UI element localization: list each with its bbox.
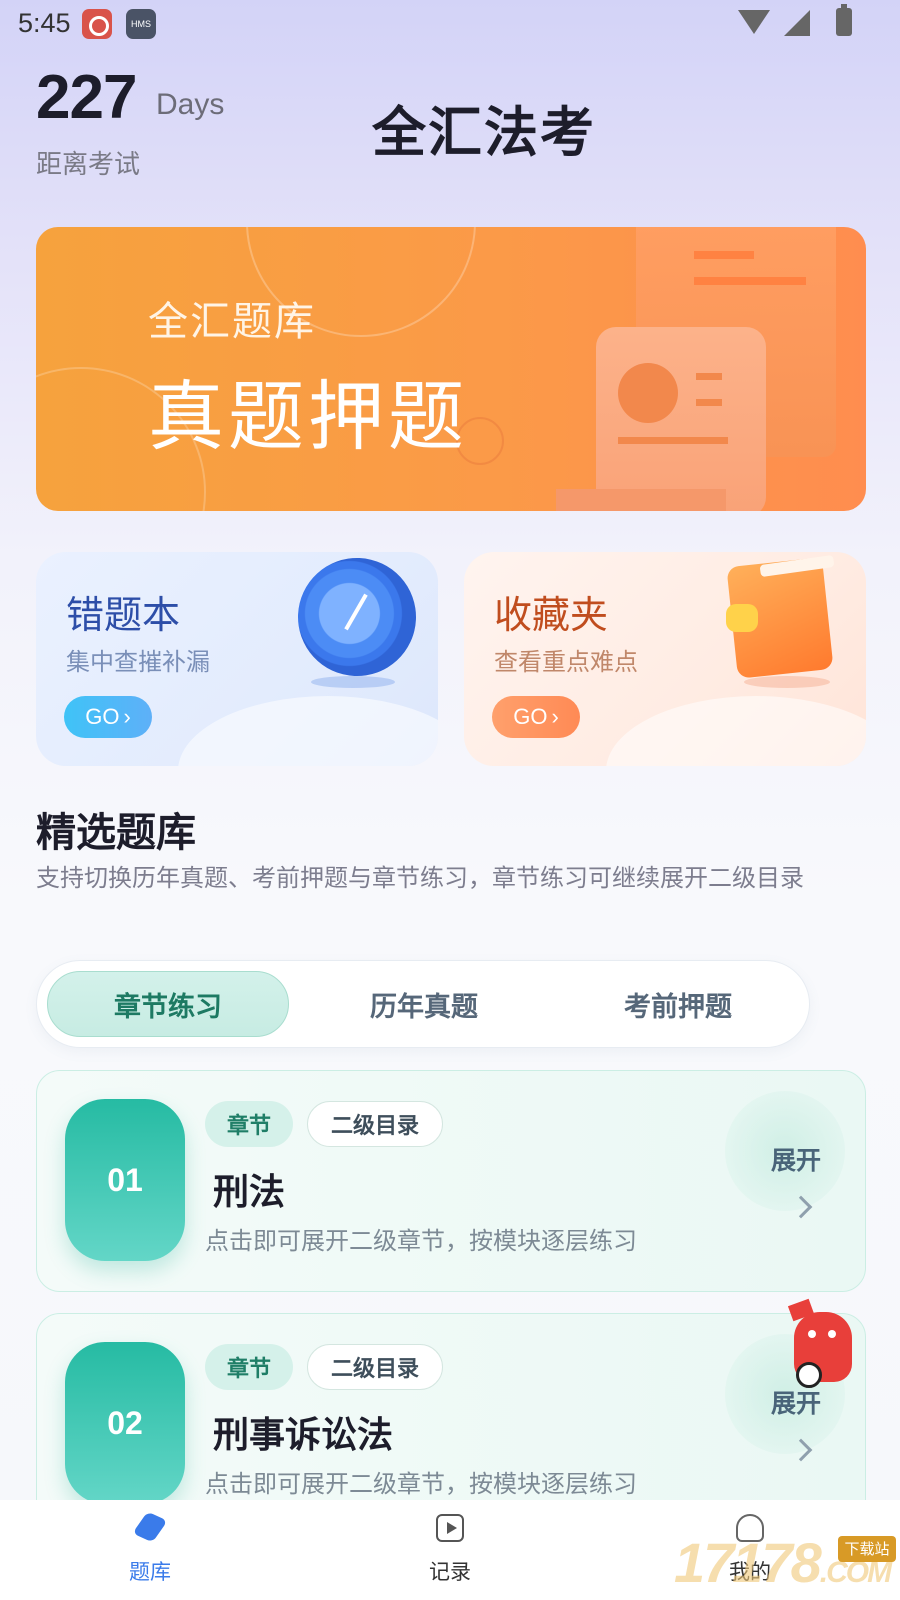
- play-icon: [436, 1514, 464, 1542]
- nav-label: 记录: [429, 1560, 471, 1584]
- banner-card-line: [696, 373, 722, 380]
- watermark-badge: 下载站: [838, 1536, 896, 1562]
- banner-document-line: [694, 277, 806, 285]
- card-decoration: [606, 696, 866, 766]
- tab-chapter-practice[interactable]: 章节练习: [47, 971, 289, 1037]
- app-title: 全汇法考: [372, 101, 596, 164]
- wrong-questions-card[interactable]: 错题本 集中查摧补漏 GO ›: [36, 552, 438, 766]
- tab-past-exams[interactable]: 历年真题: [303, 971, 545, 1037]
- nav-label: 题库: [129, 1560, 171, 1584]
- tab-pre-exam-predictions[interactable]: 考前押题: [557, 971, 799, 1037]
- mascot-eye: [828, 1330, 836, 1338]
- chapter-description: 点击即可展开二级章节，按模块逐层练习: [205, 1470, 637, 1498]
- nav-item-question-bank[interactable]: 题库: [0, 1500, 300, 1600]
- expand-button[interactable]: 展开: [771, 1384, 821, 1420]
- banner-card-dot: [618, 363, 678, 423]
- chapter-name: 刑法: [213, 1172, 286, 1213]
- icon-shadow: [311, 676, 395, 688]
- section-title: 精选题库: [36, 810, 196, 856]
- go-button-label: GO: [513, 704, 548, 729]
- subdirectory-chip: 二级目录: [307, 1101, 443, 1147]
- chevron-right-icon: ›: [551, 704, 559, 729]
- pencil-icon: [132, 1511, 168, 1543]
- book-clasp: [726, 604, 758, 632]
- banner-subtitle: 全汇题库: [148, 299, 316, 345]
- go-button[interactable]: GO ›: [64, 696, 152, 738]
- chapter-item[interactable]: 01 章节 二级目录 刑法 点击即可展开二级章节，按模块逐层练习 展开: [36, 1070, 866, 1292]
- chevron-right-icon: ›: [123, 704, 131, 729]
- status-time: 5:45: [18, 8, 71, 38]
- weibo-notification-icon: [82, 9, 112, 39]
- watermark-text: 17178: [674, 1531, 822, 1594]
- card-description: 集中查摧补漏: [66, 648, 210, 676]
- days-caption: 距离考试: [36, 150, 141, 180]
- chapter-number: 02: [65, 1342, 185, 1504]
- battery-icon: [836, 4, 852, 36]
- chapter-type-chip: 章节: [205, 1344, 293, 1390]
- days-unit: Days: [156, 88, 225, 121]
- expand-button[interactable]: 展开: [771, 1141, 821, 1177]
- hms-notification-icon: HMS: [126, 9, 156, 39]
- mascot-eye: [808, 1330, 816, 1338]
- status-bar: 5:45 HMS: [0, 0, 900, 48]
- card-title: 错题本: [66, 593, 181, 637]
- subdirectory-chip: 二级目录: [307, 1344, 443, 1390]
- banner-base-illustration: [556, 489, 726, 511]
- banner-card-line: [696, 399, 722, 406]
- section-description: 支持切换历年真题、考前押题与章节练习，章节练习可继续展开二级目录: [36, 864, 804, 892]
- card-description: 查看重点难点: [494, 648, 638, 676]
- nav-item-records[interactable]: 记录: [300, 1500, 600, 1600]
- go-button[interactable]: GO ›: [492, 696, 580, 738]
- chapter-number: 01: [65, 1099, 185, 1261]
- icon-shadow: [744, 676, 830, 688]
- banner-title: 真题押题: [148, 372, 468, 461]
- chapter-description: 点击即可展开二级章节，按模块逐层练习: [205, 1227, 637, 1255]
- card-title: 收藏夹: [494, 593, 609, 637]
- promo-banner[interactable]: 全汇题库 真题押题: [36, 227, 866, 511]
- target-icon: [281, 552, 433, 693]
- banner-card-bar: [618, 437, 728, 444]
- chapter-type-chip: 章节: [205, 1101, 293, 1147]
- wifi-icon: [738, 10, 770, 34]
- banner-document-line: [694, 251, 754, 259]
- question-bank-tabs: 章节练习 历年真题 考前押题: [36, 960, 810, 1048]
- chapter-name: 刑事诉讼法: [213, 1415, 394, 1456]
- favorites-card[interactable]: 收藏夹 查看重点难点 GO ›: [464, 552, 866, 766]
- cell-signal-icon: [784, 10, 810, 36]
- go-button-label: GO: [85, 704, 120, 729]
- days-number: 227: [36, 63, 137, 132]
- card-decoration: [178, 696, 438, 766]
- banner-card-illustration: [596, 327, 766, 511]
- soccer-ball-icon: [796, 1362, 822, 1388]
